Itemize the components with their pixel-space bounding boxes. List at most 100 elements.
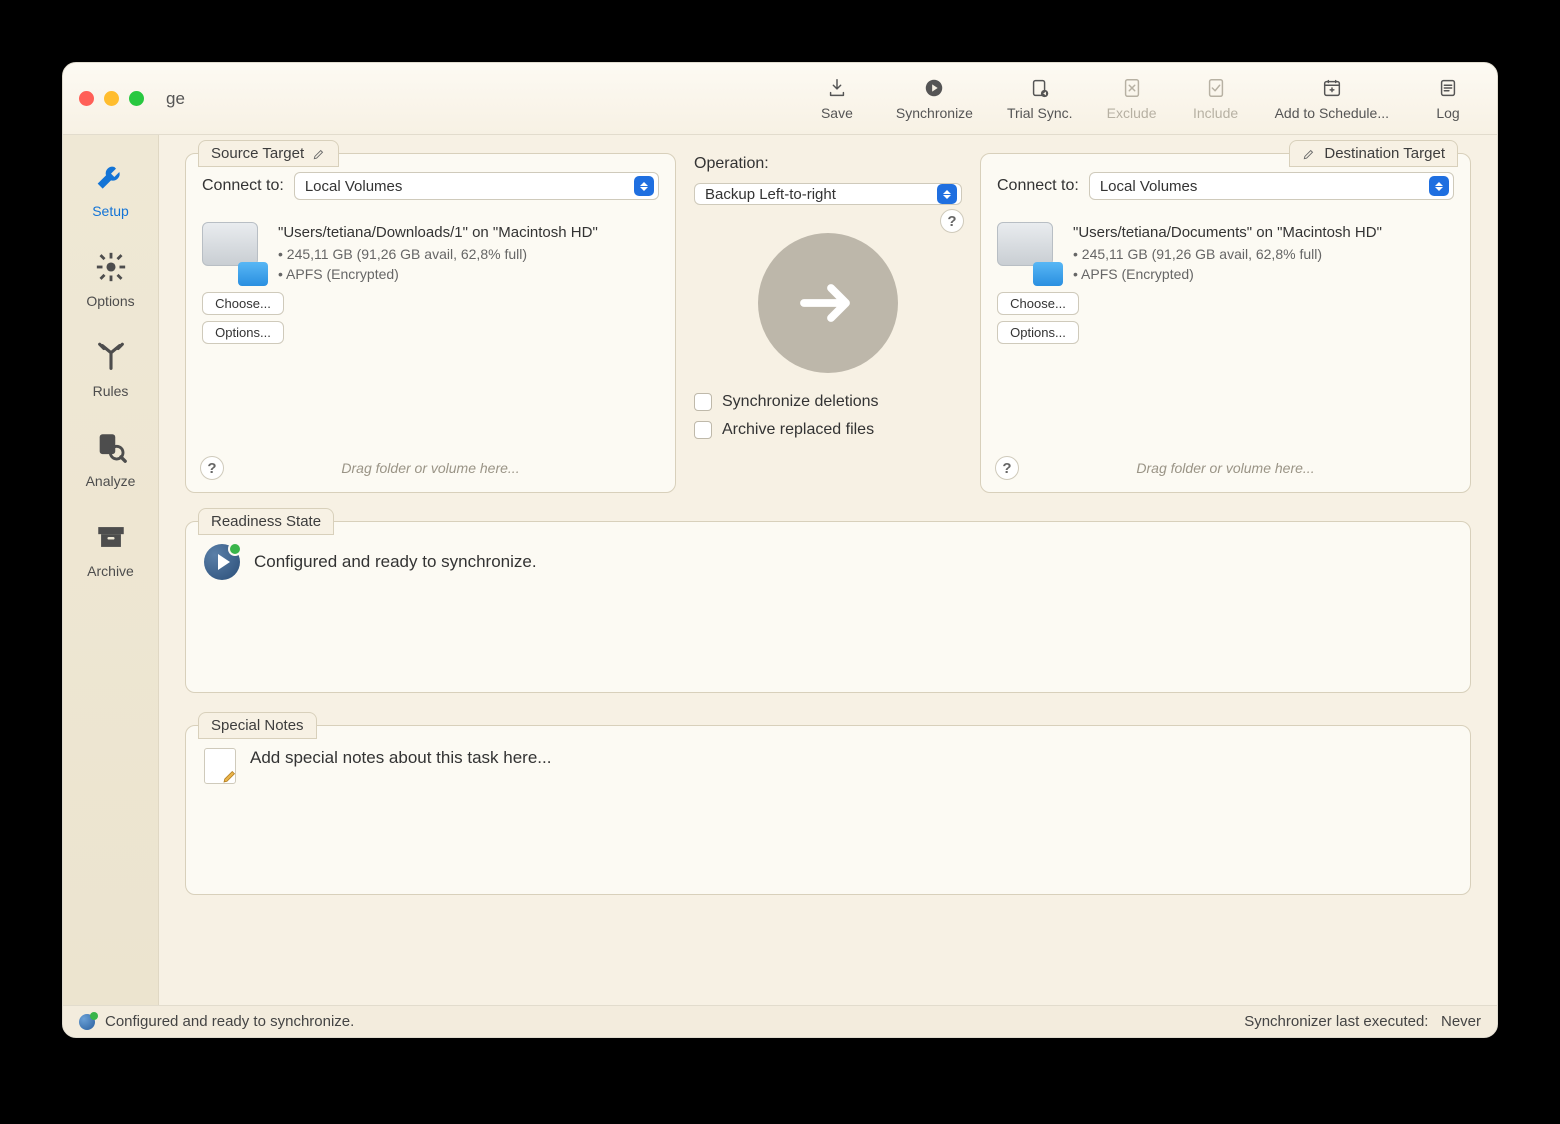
synchronize-button[interactable]: Synchronize bbox=[896, 77, 973, 121]
exclude-icon bbox=[1121, 77, 1143, 99]
drive-folder-icon bbox=[997, 222, 1059, 284]
sidebar-item-rules[interactable]: Rules bbox=[63, 329, 158, 407]
destination-target-tab-label: Destination Target bbox=[1324, 145, 1445, 162]
exclude-button: Exclude bbox=[1107, 77, 1157, 121]
edit-icon bbox=[1302, 147, 1316, 161]
source-target-tab-label: Source Target bbox=[211, 145, 304, 162]
source-stats: • 245,11 GB (91,26 GB avail, 62,8% full) bbox=[278, 244, 659, 264]
destination-stats: • 245,11 GB (91,26 GB avail, 62,8% full) bbox=[1073, 244, 1454, 264]
include-icon bbox=[1205, 77, 1227, 99]
chevron-updown-icon bbox=[634, 176, 654, 196]
sidebar-label: Analyze bbox=[86, 473, 136, 489]
sidebar-item-archive[interactable]: Archive bbox=[63, 509, 158, 587]
status-last-executed-value: Never bbox=[1441, 1013, 1481, 1030]
source-connect-select[interactable]: Local Volumes bbox=[294, 172, 659, 200]
status-bar: Configured and ready to synchronize. Syn… bbox=[63, 1005, 1497, 1037]
direction-arrow-icon bbox=[758, 233, 898, 373]
add-to-schedule-button[interactable]: Add to Schedule... bbox=[1275, 77, 1389, 121]
chevron-updown-icon bbox=[1429, 176, 1449, 196]
sidebar-label: Rules bbox=[93, 383, 129, 399]
status-text: Configured and ready to synchronize. bbox=[105, 1013, 354, 1030]
analyze-icon bbox=[91, 427, 131, 467]
destination-connect-select[interactable]: Local Volumes bbox=[1089, 172, 1454, 200]
exclude-label: Exclude bbox=[1107, 105, 1157, 121]
trial-sync-button[interactable]: Trial Sync. bbox=[1007, 77, 1073, 121]
play-circle-icon bbox=[923, 77, 945, 99]
include-label: Include bbox=[1193, 105, 1238, 121]
include-button: Include bbox=[1191, 77, 1241, 121]
archive-replaced-label: Archive replaced files bbox=[722, 421, 874, 439]
readiness-state-panel: Readiness State Configured and ready to … bbox=[185, 521, 1471, 693]
rules-icon bbox=[91, 337, 131, 377]
wrench-icon bbox=[91, 157, 131, 197]
window-controls bbox=[79, 91, 144, 106]
chevron-updown-icon bbox=[937, 184, 957, 204]
destination-fs: • APFS (Encrypted) bbox=[1073, 264, 1454, 284]
source-target-panel: Source Target Connect to: Local Volumes bbox=[185, 153, 676, 493]
sync-deletions-label: Synchronize deletions bbox=[722, 393, 879, 411]
connect-to-label: Connect to: bbox=[997, 177, 1079, 195]
schedule-icon bbox=[1321, 77, 1343, 99]
sidebar-label: Setup bbox=[92, 203, 129, 219]
operation-label: Operation: bbox=[694, 155, 962, 173]
trial-sync-label: Trial Sync. bbox=[1007, 105, 1073, 121]
close-window-button[interactable] bbox=[79, 91, 94, 106]
synchronize-label: Synchronize bbox=[896, 105, 973, 121]
archive-replaced-checkbox[interactable]: Archive replaced files bbox=[694, 421, 962, 439]
gear-icon bbox=[91, 247, 131, 287]
window-title: ge bbox=[166, 89, 185, 109]
destination-target-panel: Destination Target Connect to: Local Vol… bbox=[980, 153, 1471, 493]
destination-path: "Users/tetiana/Documents" on "Macintosh … bbox=[1073, 222, 1454, 244]
app-window: ge Save Synchronize Trial Sync. bbox=[62, 62, 1498, 1038]
source-connect-value: Local Volumes bbox=[305, 178, 403, 195]
special-notes-tab: Special Notes bbox=[198, 712, 317, 739]
archive-icon bbox=[91, 517, 131, 557]
destination-connect-value: Local Volumes bbox=[1100, 178, 1198, 195]
zoom-window-button[interactable] bbox=[129, 91, 144, 106]
sidebar-label: Archive bbox=[87, 563, 134, 579]
log-icon bbox=[1437, 77, 1459, 99]
log-label: Log bbox=[1436, 105, 1459, 121]
drive-folder-icon bbox=[202, 222, 264, 284]
readiness-tab: Readiness State bbox=[198, 508, 334, 535]
main-content: Source Target Connect to: Local Volumes bbox=[159, 135, 1497, 1005]
titlebar: ge Save Synchronize Trial Sync. bbox=[63, 63, 1497, 135]
log-button[interactable]: Log bbox=[1423, 77, 1473, 121]
edit-icon bbox=[312, 147, 326, 161]
source-options-button[interactable]: Options... bbox=[202, 321, 284, 344]
status-ready-icon bbox=[79, 1014, 95, 1030]
destination-options-button[interactable]: Options... bbox=[997, 321, 1079, 344]
save-label: Save bbox=[821, 105, 853, 121]
save-button[interactable]: Save bbox=[812, 77, 862, 121]
trial-sync-icon bbox=[1029, 77, 1051, 99]
special-notes-panel: Special Notes Add special notes about th… bbox=[185, 725, 1471, 895]
notes-icon bbox=[204, 748, 236, 784]
sidebar-item-analyze[interactable]: Analyze bbox=[63, 419, 158, 497]
connect-to-label: Connect to: bbox=[202, 177, 284, 195]
destination-drag-hint: Drag folder or volume here... bbox=[981, 460, 1470, 476]
destination-choose-button[interactable]: Choose... bbox=[997, 292, 1079, 315]
operation-column: Operation: Backup Left-to-right ? Synchr… bbox=[694, 153, 962, 439]
source-path: "Users/tetiana/Downloads/1" on "Macintos… bbox=[278, 222, 659, 244]
operation-select[interactable]: Backup Left-to-right bbox=[694, 183, 962, 205]
operation-value: Backup Left-to-right bbox=[705, 186, 836, 203]
checkbox-icon bbox=[694, 421, 712, 439]
sidebar-item-options[interactable]: Options bbox=[63, 239, 158, 317]
save-icon bbox=[826, 77, 848, 99]
add-to-schedule-label: Add to Schedule... bbox=[1275, 105, 1389, 121]
special-notes-text[interactable]: Add special notes about this task here..… bbox=[250, 748, 551, 768]
source-drag-hint: Drag folder or volume here... bbox=[186, 460, 675, 476]
destination-target-tab[interactable]: Destination Target bbox=[1289, 140, 1458, 167]
toolbar: Save Synchronize Trial Sync. Exclude bbox=[812, 77, 1477, 121]
sidebar-item-setup[interactable]: Setup bbox=[63, 149, 158, 227]
readiness-text: Configured and ready to synchronize. bbox=[254, 552, 537, 572]
sidebar-label: Options bbox=[86, 293, 134, 309]
source-fs: • APFS (Encrypted) bbox=[278, 264, 659, 284]
checkbox-icon bbox=[694, 393, 712, 411]
operation-help-button[interactable]: ? bbox=[940, 209, 964, 233]
status-last-executed-label: Synchronizer last executed: bbox=[1244, 1013, 1428, 1030]
source-choose-button[interactable]: Choose... bbox=[202, 292, 284, 315]
source-target-tab[interactable]: Source Target bbox=[198, 140, 339, 167]
sync-deletions-checkbox[interactable]: Synchronize deletions bbox=[694, 393, 962, 411]
minimize-window-button[interactable] bbox=[104, 91, 119, 106]
